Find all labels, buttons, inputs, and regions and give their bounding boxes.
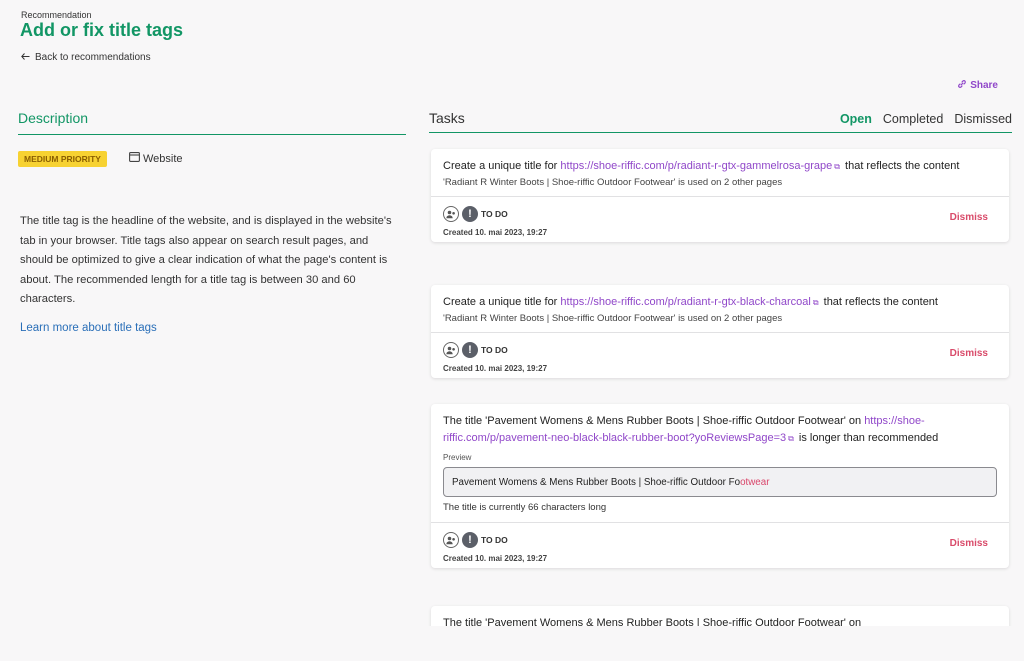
status-label: TO DO xyxy=(481,209,508,219)
description-header: Description xyxy=(18,110,406,135)
tasks-header: Tasks Open Completed Dismissed xyxy=(429,110,1012,133)
preview-label: Preview xyxy=(443,453,472,462)
created-date: Created 10. mai 2023, 19:27 xyxy=(443,554,548,563)
task-tabs: Open Completed Dismissed xyxy=(840,112,1012,126)
tasks-heading: Tasks xyxy=(429,110,465,126)
back-to-recommendations-link[interactable]: Back to recommendations xyxy=(21,52,151,63)
task-card: The title 'Pavement Womens & Mens Rubber… xyxy=(431,606,1009,626)
created-date: Created 10. mai 2023, 19:27 xyxy=(443,228,548,237)
task-body: The title 'Pavement Womens & Mens Rubber… xyxy=(431,606,1009,626)
dismiss-button[interactable]: Dismiss xyxy=(950,348,988,359)
priority-badge: MEDIUM PRIORITY xyxy=(18,151,107,167)
task-url-link[interactable]: https://shoe-riffic.com/p/radiant-r-gtx-… xyxy=(560,160,832,172)
status-label: TO DO xyxy=(481,345,508,355)
browser-window-icon xyxy=(129,152,140,165)
page-eyebrow: Recommendation xyxy=(21,10,92,20)
external-link-icon[interactable]: ⧉ xyxy=(834,162,840,171)
task-list[interactable]: Create a unique title for https://shoe-r… xyxy=(428,141,1014,626)
task-detail: 'Radiant R Winter Boots | Shoe-riffic Ou… xyxy=(443,177,783,188)
task-text-pre: The title 'Pavement Womens & Mens Rubber… xyxy=(443,415,865,427)
task-status: ! TO DO xyxy=(443,342,997,358)
dismiss-button[interactable]: Dismiss xyxy=(950,212,988,223)
user-assign-icon[interactable] xyxy=(443,342,459,358)
scope-text: Website xyxy=(143,152,183,165)
created-date: Created 10. mai 2023, 19:27 xyxy=(443,364,548,373)
learn-more-link[interactable]: Learn more about title tags xyxy=(20,322,157,334)
task-text-pre: Create a unique title for xyxy=(443,296,561,308)
task-footer: ! TO DO Created 10. mai 2023, 19:27 Dism… xyxy=(431,196,1009,242)
page-title: Add or fix title tags xyxy=(20,20,184,40)
task-status: ! TO DO xyxy=(443,206,997,222)
task-body: Create a unique title for https://shoe-r… xyxy=(431,285,1009,332)
character-count-note: The title is currently 66 characters lon… xyxy=(443,502,607,513)
task-text-pre: The title 'Pavement Womens & Mens Rubber… xyxy=(443,617,862,626)
link-icon xyxy=(957,79,967,92)
user-assign-icon[interactable] xyxy=(443,532,459,548)
task-card: Create a unique title for https://shoe-r… xyxy=(431,285,1009,378)
tab-open[interactable]: Open xyxy=(840,112,872,126)
status-label: TO DO xyxy=(481,535,508,545)
user-assign-icon[interactable] xyxy=(443,206,459,222)
task-text-post: that reflects the content xyxy=(820,296,938,308)
task-footer: ! TO DO Created 10. mai 2023, 19:27 Dism… xyxy=(431,332,1009,378)
task-status: ! TO DO xyxy=(443,532,997,548)
task-detail: 'Radiant R Winter Boots | Shoe-riffic Ou… xyxy=(443,313,783,324)
back-label: Back to recommendations xyxy=(35,52,151,63)
exclamation-icon: ! xyxy=(462,342,478,358)
description-heading: Description xyxy=(18,110,89,126)
task-body: The title 'Pavement Womens & Mens Rubber… xyxy=(431,404,1009,522)
task-url-link[interactable]: https://shoe-riffic.com/p/radiant-r-gtx-… xyxy=(560,296,810,308)
preview-text-overflow: otwear xyxy=(740,476,770,488)
share-button[interactable]: Share xyxy=(957,79,998,92)
task-body: Create a unique title for https://shoe-r… xyxy=(431,149,1009,196)
exclamation-icon: ! xyxy=(462,532,478,548)
scope-label: Website xyxy=(129,152,183,165)
task-footer: ! TO DO Created 10. mai 2023, 19:27 Dism… xyxy=(431,522,1009,568)
description-text: The title tag is the headline of the web… xyxy=(20,215,392,305)
external-link-icon[interactable]: ⧉ xyxy=(813,298,819,307)
preview-text-ok: Pavement Womens & Mens Rubber Boots | Sh… xyxy=(452,476,741,488)
task-card: The title 'Pavement Womens & Mens Rubber… xyxy=(431,404,1009,568)
tab-completed[interactable]: Completed xyxy=(883,112,943,126)
task-text-pre: Create a unique title for xyxy=(443,160,561,172)
task-text-post: that reflects the content xyxy=(841,160,960,172)
exclamation-icon: ! xyxy=(462,206,478,222)
task-card: Create a unique title for https://shoe-r… xyxy=(431,149,1009,242)
tab-dismissed[interactable]: Dismissed xyxy=(954,112,1012,126)
arrow-left-icon xyxy=(21,52,30,63)
title-preview-box: Pavement Womens & Mens Rubber Boots | Sh… xyxy=(443,467,997,497)
dismiss-button[interactable]: Dismiss xyxy=(950,538,988,549)
share-label: Share xyxy=(970,80,998,91)
external-link-icon[interactable]: ⧉ xyxy=(788,434,794,443)
task-text-post: is longer than recommended xyxy=(795,432,939,444)
